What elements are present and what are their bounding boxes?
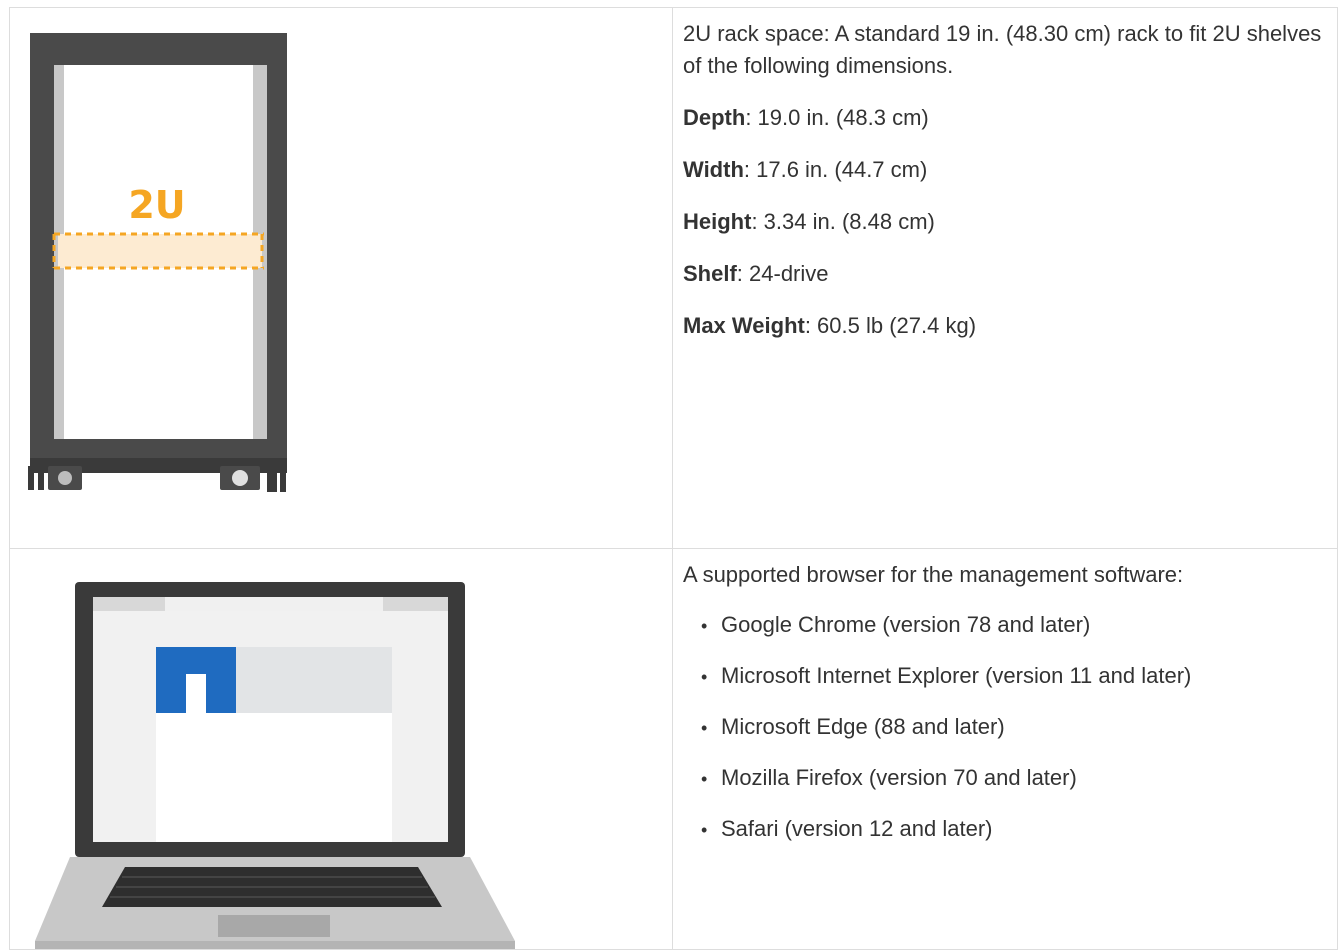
- list-item: • Microsoft Edge (88 and later): [701, 714, 1005, 739]
- spec-width: Width: 17.6 in. (44.7 cm): [683, 157, 928, 182]
- laptop-image-cell: [9, 548, 673, 950]
- list-item: • Safari (version 12 and later): [701, 816, 993, 841]
- spec-depth: Depth: 19.0 in. (48.3 cm): [683, 105, 929, 130]
- requirements-table: 2U 2U rack space: A standard 19 in. (48.…: [9, 7, 1338, 950]
- rack-text-cell: 2U rack space: A standard 19 in. (48.30 …: [672, 7, 1338, 549]
- browser-intro: A supported browser for the management s…: [683, 562, 1184, 587]
- list-item: • Google Chrome (version 78 and later): [701, 612, 1091, 637]
- spec-max-weight: Max Weight: 60.5 lb (27.4 kg): [683, 313, 977, 338]
- browser-text-cell: A supported browser for the management s…: [672, 548, 1338, 950]
- rack-image-cell: 2U: [9, 7, 673, 549]
- browser-list: • Google Chrome (version 78 and later) • M…: [683, 609, 1325, 846]
- rack-intro: 2U rack space: A standard 19 in. (48.30 …: [683, 21, 1322, 78]
- list-item: • Mozilla Firefox (version 70 and later): [701, 765, 1077, 790]
- spec-shelf: Shelf: 24-drive: [683, 261, 829, 286]
- rack-2u-label: 2U: [128, 183, 185, 227]
- spec-height: Height: 3.34 in. (8.48 cm): [683, 209, 935, 234]
- rack-illustration: 2U: [28, 33, 287, 492]
- list-item: • Microsoft Internet Explorer (version 11…: [701, 663, 1192, 688]
- logo-icon: [156, 647, 236, 713]
- rack-row: 2U 2U rack space: A standard 19 in. (48.…: [9, 7, 1338, 549]
- laptop-illustration: [35, 582, 515, 949]
- browser-row: A supported browser for the management s…: [9, 548, 1338, 950]
